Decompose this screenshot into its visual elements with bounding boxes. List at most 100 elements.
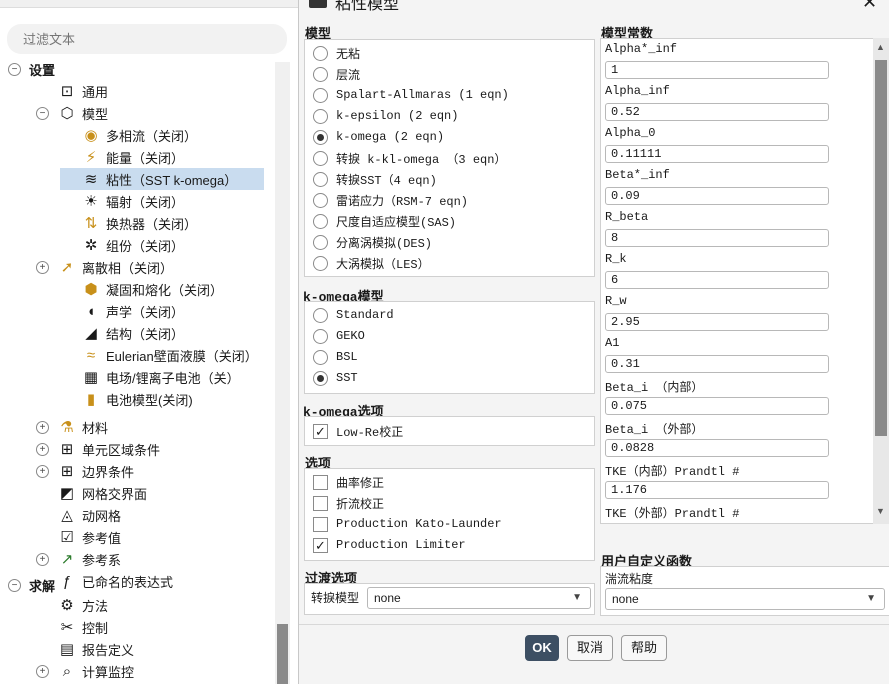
tree-item[interactable]: ⚙ 方法 [36, 594, 108, 616]
expand-toggle-icon[interactable]: + [36, 442, 49, 456]
expand-toggle-icon[interactable]: − [8, 578, 21, 592]
constants-scrollbar-thumb[interactable] [875, 60, 887, 436]
tree-item[interactable]: + ⌕ 计算监控 [36, 660, 134, 682]
constant-value-field[interactable]: 6 [605, 271, 829, 289]
checkbox-option[interactable]: Production Kato-Launder [313, 514, 502, 534]
constant-value-field[interactable] [605, 523, 829, 524]
radio-option[interactable]: BSL [313, 347, 358, 367]
radio-button[interactable] [313, 192, 328, 208]
constants-scrollbar[interactable]: ▲ ▼ [873, 38, 889, 524]
tree-item[interactable]: ◉ 多相流（关闭） [60, 124, 197, 146]
radio-button[interactable] [313, 87, 328, 103]
checkbox[interactable] [313, 495, 328, 511]
checkbox-option[interactable]: 曲率修正 [313, 472, 384, 492]
tree-item[interactable]: ƒ 已命名的表达式 [36, 570, 173, 592]
radio-option[interactable]: SST [313, 368, 358, 388]
tree-item[interactable]: ◢ 结构（关闭） [60, 322, 184, 344]
tree-item[interactable]: + ⚗ 材料 [36, 416, 108, 438]
radio-button[interactable] [313, 255, 328, 271]
tree-item[interactable]: ⚡ 能量（关闭） [60, 146, 184, 168]
radio-button[interactable] [313, 349, 328, 365]
tree-item[interactable]: − 求解 [8, 574, 55, 596]
radio-option[interactable]: Standard [313, 305, 394, 325]
radio-option[interactable]: k-epsilon (2 eqn) [313, 106, 458, 126]
constant-value-field[interactable]: 0.31 [605, 355, 829, 373]
filter-input[interactable] [7, 24, 287, 54]
radio-option[interactable]: k-omega (2 eqn) [313, 127, 444, 147]
scroll-down-icon[interactable]: ▼ [876, 506, 885, 516]
transition-model-select[interactable]: none ▼ [367, 587, 591, 609]
radio-button[interactable] [313, 129, 328, 145]
tree-scrollbar-thumb[interactable] [277, 624, 288, 684]
checkbox[interactable] [313, 474, 328, 490]
expand-toggle-icon[interactable]: + [36, 260, 49, 274]
tree-item[interactable]: ⇅ 换热器（关闭） [60, 212, 197, 234]
tree-item[interactable]: ▤ 报告定义 [36, 638, 134, 660]
radio-button[interactable] [313, 328, 328, 344]
checkbox-option[interactable]: 折流校正 [313, 493, 384, 513]
constant-value-field[interactable]: 8 [605, 229, 829, 247]
radio-option[interactable]: 分离涡模拟(DES) [313, 232, 432, 252]
tree-item[interactable]: ✲ 组份（关闭） [60, 234, 184, 256]
expand-toggle-icon[interactable]: + [36, 552, 49, 566]
radio-button[interactable] [313, 213, 328, 229]
radio-button[interactable] [313, 370, 328, 386]
constant-value-field[interactable]: 1 [605, 61, 829, 79]
help-button[interactable]: 帮助 [621, 635, 667, 661]
radio-button[interactable] [313, 171, 328, 187]
turbulent-viscosity-select[interactable]: none ▼ [605, 588, 885, 610]
tree-item[interactable]: ◩ 网格交界面 [36, 482, 147, 504]
expand-toggle-icon[interactable]: + [36, 420, 49, 434]
tree-item[interactable]: + ➚ 离散相（关闭） [36, 256, 173, 278]
radio-option[interactable]: 层流 [313, 64, 360, 84]
cancel-button[interactable]: 取消 [567, 635, 613, 661]
checkbox[interactable]: ✓ [313, 537, 328, 553]
tree-item[interactable]: ▮ 电池模型(关闭) [60, 388, 193, 410]
tree-item[interactable]: ≈ Eulerian壁面液膜（关闭） [60, 344, 258, 366]
radio-button[interactable] [313, 307, 328, 323]
constant-value-field[interactable]: 0.0828 [605, 439, 829, 457]
radio-button[interactable] [313, 45, 328, 61]
radio-option[interactable]: 尺度自适应模型(SAS) [313, 211, 456, 231]
constant-value-field[interactable]: 1.176 [605, 481, 829, 499]
radio-option[interactable]: 大涡模拟（LES） [313, 253, 430, 273]
radio-button[interactable] [313, 108, 328, 124]
constant-value-field[interactable]: 2.95 [605, 313, 829, 331]
radio-option[interactable]: GEKO [313, 326, 365, 346]
tree-item[interactable]: − 设置 [8, 58, 55, 80]
tree-item[interactable]: ⬢ 凝固和熔化（关闭） [60, 278, 223, 300]
tree-item[interactable]: ≋ 粘性（SST k-omega） [60, 168, 264, 190]
checkbox-option[interactable]: ✓ Low-Re校正 [313, 421, 403, 441]
radio-option[interactable]: 转捩SST（4 eqn) [313, 169, 437, 189]
tree-item[interactable]: ⊡ 通用 [36, 80, 108, 102]
constant-value-field[interactable]: 0.52 [605, 103, 829, 121]
tree-item[interactable]: ✂ 控制 [36, 616, 108, 638]
tree-item[interactable]: ▦ 电场/锂离子电池（关） [60, 366, 240, 388]
tree-item[interactable]: − ⬡ 模型 [36, 102, 108, 124]
radio-option[interactable]: 转捩 k-kl-omega （3 eqn） [313, 148, 506, 168]
checkbox-option[interactable]: ✓ Production Limiter [313, 535, 466, 555]
expand-toggle-icon[interactable]: + [36, 664, 49, 678]
radio-button[interactable] [313, 66, 328, 82]
tree-item[interactable]: + ↗ 参考系 [36, 548, 121, 570]
constant-value-field[interactable]: 0.11111 [605, 145, 829, 163]
tree-item[interactable]: + ⊞ 边界条件 [36, 460, 134, 482]
scroll-up-icon[interactable]: ▲ [876, 42, 885, 52]
constant-value-field[interactable]: 0.075 [605, 397, 829, 415]
tree-item[interactable]: ☀ 辐射（关闭） [60, 190, 184, 212]
tree-item[interactable]: ◬ 动网格 [36, 504, 121, 526]
expand-toggle-icon[interactable]: − [36, 106, 49, 120]
tree-item[interactable]: ☑ 参考值 [36, 526, 121, 548]
radio-option[interactable]: 无粘 [313, 43, 360, 63]
tree-scrollbar[interactable] [275, 62, 290, 684]
tree-item[interactable]: ◖ 声学（关闭） [60, 300, 184, 322]
constant-value-field[interactable]: 0.09 [605, 187, 829, 205]
radio-button[interactable] [313, 150, 328, 166]
radio-option[interactable]: Spalart-Allmaras (1 eqn) [313, 85, 509, 105]
checkbox[interactable] [313, 516, 328, 532]
radio-option[interactable]: 雷诺应力（RSM-7 eqn) [313, 190, 468, 210]
close-icon[interactable]: ✕ [862, 0, 877, 13]
expand-toggle-icon[interactable]: + [36, 464, 49, 478]
checkbox[interactable]: ✓ [313, 423, 328, 439]
tree-item[interactable]: + ⊞ 单元区域条件 [36, 438, 160, 460]
